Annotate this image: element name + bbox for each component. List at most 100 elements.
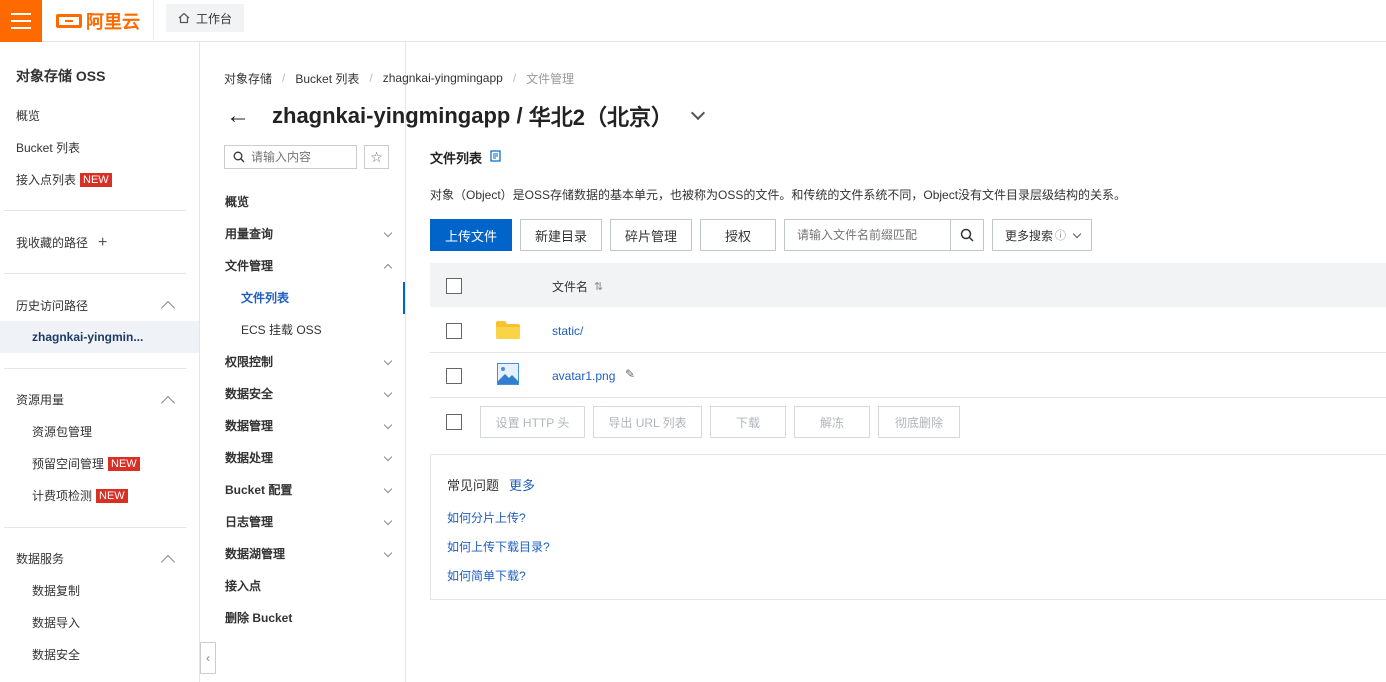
nav-label: 日志管理 <box>225 515 274 529</box>
hamburger-menu-icon[interactable] <box>0 0 42 42</box>
sidebar-item-label: 计费项检测 <box>32 489 93 503</box>
nav-data-processing[interactable]: 数据处理 <box>225 448 395 468</box>
faq-more-link[interactable]: 更多 <box>509 475 535 494</box>
breadcrumb-item[interactable]: zhagnkai-yingmingapp <box>383 71 503 85</box>
nav-permission[interactable]: 权限控制 <box>225 352 395 372</box>
sidebar-item-data-security[interactable]: 数据安全 <box>32 645 80 665</box>
search-icon <box>233 151 245 163</box>
sidebar-title: 对象存储 OSS <box>16 68 106 84</box>
download-button[interactable]: 下载 <box>710 406 786 438</box>
page-title: ← zhagnkai-yingmingapp / 华北2（北京） <box>226 100 706 132</box>
sidebar-item-resource-pack[interactable]: 资源包管理 <box>32 422 92 442</box>
sidebar-item-favorites[interactable]: 我收藏的路径 + <box>16 233 107 253</box>
permanent-delete-button[interactable]: 彻底删除 <box>878 406 960 438</box>
sidebar-item-label: 资源包管理 <box>32 425 93 439</box>
breadcrumb-item[interactable]: 对象存储 <box>224 70 272 87</box>
nav-label: 删除 Bucket <box>225 611 293 625</box>
sidebar-section-data-service[interactable]: 数据服务 <box>16 549 64 569</box>
favorite-star-icon[interactable]: ☆ <box>364 145 389 169</box>
collapse-sidebar-button[interactable]: ‹ <box>200 642 216 674</box>
back-arrow-icon[interactable]: ← <box>226 102 250 130</box>
sidebar-item-data-replication[interactable]: 数据复制 <box>32 581 80 601</box>
bulk-actions: 设置 HTTP 头 导出 URL 列表 下载 解冻 彻底删除 <box>430 398 1386 446</box>
sidebar-item-label: 预留空间管理 <box>32 457 105 471</box>
aliyun-logo-icon <box>56 14 82 28</box>
faq-link[interactable]: 如何简单下载? <box>447 567 526 584</box>
bulk-select-checkbox[interactable] <box>446 414 462 430</box>
row-checkbox[interactable] <box>446 323 462 339</box>
set-http-header-button[interactable]: 设置 HTTP 头 <box>480 406 585 438</box>
bucket-nav-search-input[interactable] <box>251 150 346 164</box>
nav-ecs-mount[interactable]: ECS 挂载 OSS <box>241 320 322 340</box>
sidebar-item-data-import[interactable]: 数据导入 <box>32 613 80 633</box>
nav-overview[interactable]: 概览 <box>225 192 395 212</box>
sidebar-item-label: 数据导入 <box>32 616 81 630</box>
help-icon[interactable]: ⓘ <box>1055 227 1066 243</box>
new-directory-button[interactable]: 新建目录 <box>520 219 602 251</box>
breadcrumb-separator: / <box>369 71 373 85</box>
plus-icon[interactable]: + <box>98 233 107 253</box>
nav-usage[interactable]: 用量查询 <box>225 224 395 244</box>
breadcrumb-item[interactable]: Bucket 列表 <box>295 70 359 87</box>
chevron-up-icon[interactable] <box>160 554 176 570</box>
select-all-checkbox[interactable] <box>446 278 462 294</box>
sort-icon[interactable]: ⇅ <box>594 280 603 293</box>
sidebar-item-history-bucket[interactable]: zhagnkai-yingmin... <box>32 327 143 347</box>
nav-data-lake[interactable]: 数据湖管理 <box>225 544 395 564</box>
file-search <box>784 219 984 251</box>
file-list-description: 对象（Object）是OSS存储数据的基本单元，也被称为OSS的文件。和传统的文… <box>430 188 1127 202</box>
chevron-up-icon[interactable] <box>160 395 176 411</box>
sidebar-item-label: 接入点列表 <box>16 173 77 187</box>
sidebar-item-label: 数据安全 <box>32 648 81 662</box>
chevron-down-icon[interactable] <box>690 105 706 121</box>
export-url-list-button[interactable]: 导出 URL 列表 <box>593 406 702 438</box>
sidebar-item-bucket-list[interactable]: Bucket 列表 <box>16 138 80 158</box>
nav-data-security[interactable]: 数据安全 <box>225 384 395 404</box>
sidebar-section-history[interactable]: 历史访问路径 <box>16 296 88 316</box>
faq-link[interactable]: 如何分片上传? <box>447 509 526 526</box>
nav-delete-bucket[interactable]: 删除 Bucket <box>225 608 395 628</box>
sidebar-item-overview[interactable]: 概览 <box>16 106 40 126</box>
sidebar-section-resource[interactable]: 资源用量 <box>16 390 64 410</box>
chevron-up-icon[interactable] <box>160 300 176 316</box>
sidebar-item-access-points[interactable]: 接入点列表 NEW <box>16 170 112 190</box>
file-name-link[interactable]: static/ <box>552 324 583 338</box>
nav-log-management[interactable]: 日志管理 <box>225 512 395 532</box>
nav-label: 数据管理 <box>225 419 274 433</box>
nav-access-point[interactable]: 接入点 <box>225 576 395 596</box>
workbench-button[interactable]: 工作台 <box>166 4 245 32</box>
nav-file-management[interactable]: 文件管理 <box>225 256 395 276</box>
nav-label: 权限控制 <box>225 355 274 369</box>
table-row[interactable]: avatar1.png ✎ <box>430 353 1386 398</box>
nav-data-management[interactable]: 数据管理 <box>225 416 395 436</box>
sidebar-item-billing-check[interactable]: 计费项检测 NEW <box>32 486 128 506</box>
aliyun-logo[interactable]: 阿里云 <box>56 8 140 34</box>
chevron-up-icon <box>383 263 393 273</box>
nav-bucket-config[interactable]: Bucket 配置 <box>225 480 395 500</box>
edit-pencil-icon[interactable]: ✎ <box>625 367 635 381</box>
upload-file-button[interactable]: 上传文件 <box>430 219 512 251</box>
more-search-label: 更多搜索 <box>1005 228 1054 243</box>
authorize-button[interactable]: 授权 <box>700 219 776 251</box>
row-checkbox[interactable] <box>446 368 462 384</box>
more-search-dropdown[interactable]: 更多搜索 ⓘ <box>992 219 1092 251</box>
document-icon[interactable] <box>490 150 501 165</box>
column-header-label: 文件名 <box>552 280 589 294</box>
nav-label: 数据湖管理 <box>225 547 286 561</box>
table-row[interactable]: static/ <box>430 308 1386 353</box>
file-search-input[interactable] <box>785 220 950 250</box>
top-bar: 阿里云 工作台 <box>0 0 1386 42</box>
unfreeze-button[interactable]: 解冻 <box>794 406 870 438</box>
fragment-management-button[interactable]: 碎片管理 <box>610 219 692 251</box>
bucket-nav: ☆ 概览 用量查询 文件管理 文件列表 ECS 挂载 OSS 权限控制 数据安全… <box>200 42 406 682</box>
new-badge: NEW <box>96 489 128 503</box>
nav-file-list[interactable]: 文件列表 <box>241 288 289 308</box>
column-header-filename[interactable]: 文件名 ⇅ <box>552 278 603 295</box>
section-title: 文件列表 <box>430 151 483 166</box>
bucket-nav-search[interactable] <box>224 145 357 169</box>
sidebar-item-reserved-space[interactable]: 预留空间管理 NEW <box>32 454 140 474</box>
search-button[interactable] <box>950 220 983 250</box>
file-name-link[interactable]: avatar1.png <box>552 369 615 383</box>
chevron-down-icon <box>383 516 393 526</box>
faq-link[interactable]: 如何上传下载目录? <box>447 538 550 555</box>
